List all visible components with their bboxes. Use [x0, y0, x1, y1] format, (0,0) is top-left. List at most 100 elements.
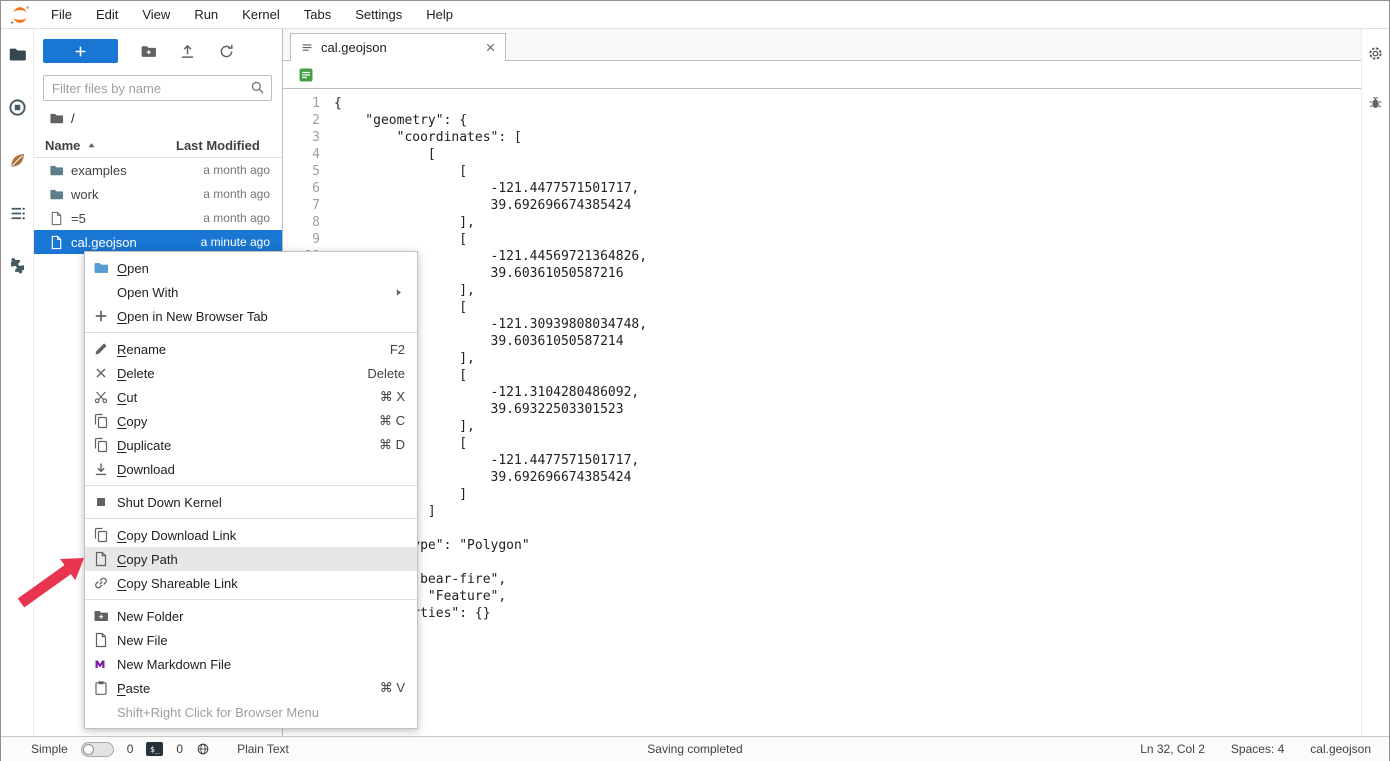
upload-button[interactable]: [179, 43, 196, 60]
copy-icon: [93, 413, 109, 429]
file-name: examples: [71, 162, 127, 178]
breadcrumb-root: /: [71, 111, 75, 126]
menu-item-copy-shareable-link[interactable]: Copy Shareable Link: [85, 571, 417, 595]
terminal-count[interactable]: 0: [127, 742, 134, 756]
code-line: ],: [334, 215, 475, 230]
menubar-item-settings[interactable]: Settings: [343, 1, 414, 28]
context-menu: Open Open With Open in New Browser Tab Rena…: [84, 251, 418, 729]
menu-item-label: New Markdown File: [117, 656, 232, 672]
cursor-position[interactable]: Ln 32, Col 2: [1140, 742, 1205, 756]
editor-toolbar: [283, 61, 1361, 89]
menu-item-new-markdown-file[interactable]: New Markdown File: [85, 652, 417, 676]
menu-item-open-with[interactable]: Open With: [85, 280, 417, 304]
code-line: "geometry": {: [334, 113, 468, 128]
refresh-button[interactable]: [218, 43, 235, 60]
folder-icon: [49, 187, 64, 202]
menu-shortcut: ⌘ D: [379, 437, 405, 452]
file-icon: [49, 235, 64, 250]
menu-item-copy-path[interactable]: Copy Path: [85, 547, 417, 571]
tab-bar: cal.geojson: [283, 29, 1361, 61]
running-sessions-icon[interactable]: [8, 98, 27, 117]
menu-item-new-folder[interactable]: New Folder: [85, 604, 417, 628]
menubar-item-edit[interactable]: Edit: [84, 1, 130, 28]
file-browser-icon[interactable]: [8, 45, 27, 64]
search-icon: [250, 80, 265, 95]
plus-icon: [93, 308, 109, 324]
editor-mode[interactable]: Plain Text: [237, 742, 289, 756]
menu-item-label: Cut: [117, 389, 138, 405]
file-modified: a month ago: [203, 163, 270, 177]
menu-item-open[interactable]: Open: [85, 256, 417, 280]
file-row-5[interactable]: =5 a month ago: [34, 206, 282, 230]
menu-item-copy-download-link[interactable]: Copy Download Link: [85, 523, 417, 547]
code-line: "coordinates": [: [334, 130, 522, 145]
menubar-item-view[interactable]: View: [130, 1, 182, 28]
folder-plus-icon: [93, 608, 109, 624]
menu-item-label: New Folder: [117, 608, 184, 624]
menubar-item-run[interactable]: Run: [182, 1, 230, 28]
menubar-item-kernel[interactable]: Kernel: [230, 1, 292, 28]
new-folder-button[interactable]: [140, 43, 157, 60]
file-modified: a month ago: [203, 187, 270, 201]
filter-files-input[interactable]: [43, 75, 272, 101]
tab-cal-geojson[interactable]: cal.geojson: [290, 33, 506, 61]
simple-mode-toggle[interactable]: [80, 741, 114, 757]
menu-shortcut: ⌘ C: [379, 413, 405, 428]
kernel-count[interactable]: 0: [176, 742, 183, 756]
tab-close-icon[interactable]: [484, 41, 497, 54]
menu-divider: [85, 518, 417, 519]
menu-item-open-in-new-browser-tab[interactable]: Open in New Browser Tab: [85, 304, 417, 328]
menu-item-copy[interactable]: Copy ⌘ C: [85, 409, 417, 433]
folder-icon: [93, 260, 109, 276]
folder-icon: [49, 163, 64, 178]
file-icon: [93, 551, 109, 567]
file-row-work[interactable]: work a month ago: [34, 182, 282, 206]
line-number: 4: [312, 147, 320, 162]
file-modified: a minute ago: [200, 235, 270, 249]
menubar-item-help[interactable]: Help: [414, 1, 465, 28]
tab-spaces[interactable]: Spaces: 4: [1231, 742, 1284, 756]
menu-item-new-file[interactable]: New File: [85, 628, 417, 652]
menu-item-cut[interactable]: Cut ⌘ X: [85, 385, 417, 409]
menu-item-delete[interactable]: Delete Delete: [85, 361, 417, 385]
menu-item-download[interactable]: Download: [85, 457, 417, 481]
home-folder-icon: [49, 111, 64, 126]
file-name: cal.geojson: [71, 234, 137, 250]
code-line: -121.4477571501717,: [334, 181, 640, 196]
menu-item-rename[interactable]: Rename F2: [85, 337, 417, 361]
close-icon: [93, 365, 109, 381]
menu-item-duplicate[interactable]: Duplicate ⌘ D: [85, 433, 417, 457]
leaf-extension-icon[interactable]: [8, 151, 27, 170]
sort-by-name-header[interactable]: Name: [45, 138, 172, 153]
menu-item-paste[interactable]: Paste ⌘ V: [85, 676, 417, 700]
line-number: 3: [312, 130, 320, 145]
file-icon: [49, 211, 64, 226]
globe-icon: [196, 742, 210, 756]
menu-item-shut-down-kernel[interactable]: Shut Down Kernel: [85, 490, 417, 514]
menu-item-label: Duplicate: [117, 437, 172, 453]
new-launcher-button[interactable]: [43, 39, 118, 63]
breadcrumb[interactable]: /: [34, 101, 282, 134]
line-number: 7: [312, 198, 320, 213]
stop-icon: [93, 494, 109, 510]
debugger-icon[interactable]: [1367, 94, 1384, 111]
menubar-item-file[interactable]: File: [39, 1, 84, 28]
file-row-examples[interactable]: examples a month ago: [34, 158, 282, 182]
menu-item-label: Open: [117, 260, 149, 276]
paste-icon: [93, 680, 109, 696]
menu-item-label: Open in New Browser Tab: [117, 308, 268, 324]
extension-manager-icon[interactable]: [8, 257, 27, 276]
menu-shortcut: Delete: [367, 365, 405, 381]
status-bar-left: Simple 0 $_ 0 Plain Text: [31, 741, 289, 757]
simple-mode-label: Simple: [31, 742, 68, 756]
table-of-contents-icon[interactable]: [8, 204, 27, 223]
code-editor[interactable]: 1234567891011121314151617181920212223242…: [283, 89, 1361, 736]
menu-divider: [85, 485, 417, 486]
last-modified-header[interactable]: Last Modified: [172, 138, 282, 153]
property-inspector-icon[interactable]: [1367, 45, 1384, 62]
file-icon: [93, 632, 109, 648]
geojson-file-icon: [298, 67, 314, 83]
file-browser-toolbar: [34, 37, 282, 65]
menubar-item-tabs[interactable]: Tabs: [292, 1, 343, 28]
menu-item-label: Rename: [117, 341, 167, 357]
